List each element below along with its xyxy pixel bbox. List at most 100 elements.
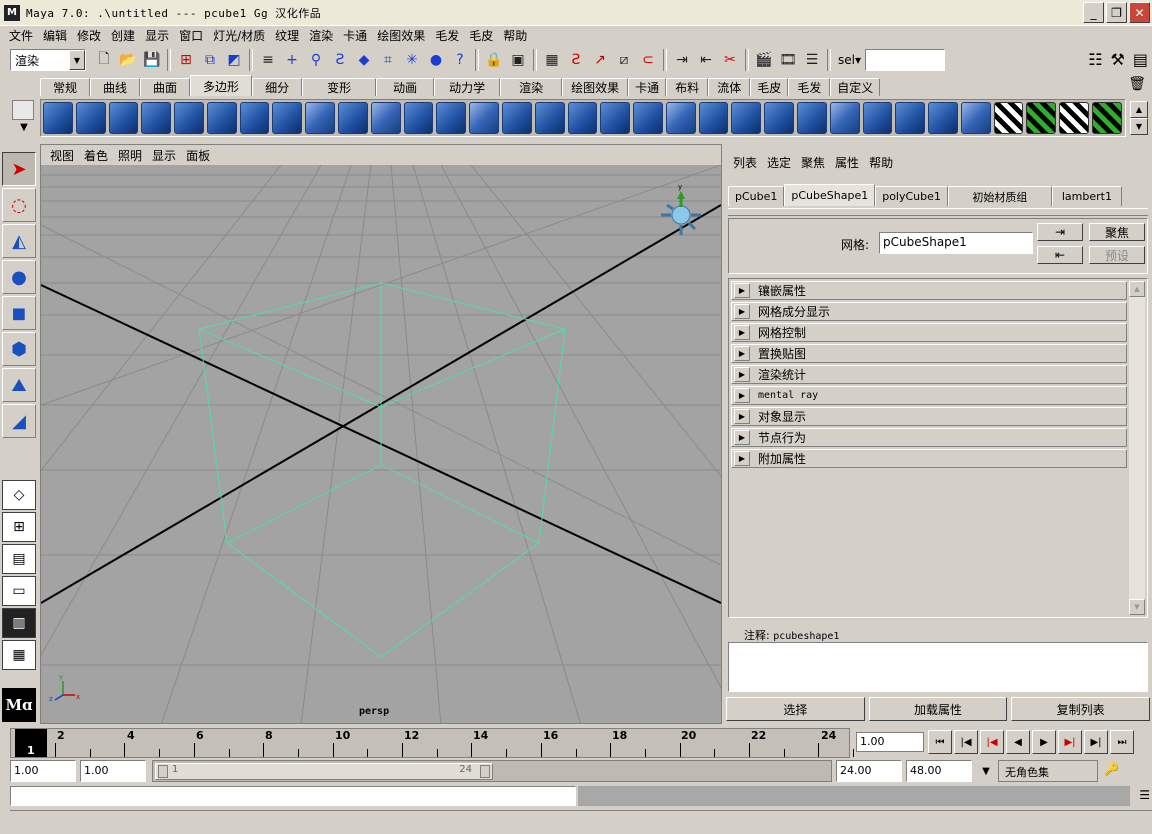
new-scene-icon[interactable]: 🗋 [94,50,114,70]
menu-modify[interactable]: 修改 [72,27,106,44]
mesh-name-field[interactable]: pCubeShape1 [879,232,1033,254]
node-tab-polycube1[interactable]: polyCube1 [875,186,948,206]
shelf-tab-hair[interactable]: 毛发 [788,78,831,96]
uv-layout-icon[interactable] [993,102,1024,134]
separator[interactable] [167,49,171,71]
viewport-menu-view[interactable]: 视图 [45,147,79,164]
chevron-down-icon[interactable]: ▼ [69,50,85,70]
uv-snapshot-icon[interactable] [960,102,991,134]
menu-fur[interactable]: 毛皮 [464,27,498,44]
select-tool[interactable]: ➤ [2,152,36,186]
start-time-field[interactable]: 1.00 [10,760,76,782]
shelf-tab-toon[interactable]: 卡通 [628,78,667,96]
node-tab-pcubeshape1[interactable]: pCubeShape1 [784,184,876,206]
menu-window[interactable]: 窗口 [174,27,208,44]
shelf-tab-fluids[interactable]: 流体 [708,78,751,96]
shelf-tab-animation[interactable]: 动画 [376,78,435,96]
go-to-end-button[interactable]: ⏭ [1110,730,1134,754]
rotate-tool[interactable]: ◼ [2,296,36,330]
merge-vertices-icon[interactable] [764,102,794,134]
viewport-menu-panels[interactable]: 面板 [181,147,215,164]
scroll-down-icon[interactable]: ▼ [1129,599,1145,615]
snap-curve-icon[interactable]: Ƨ [566,50,586,70]
script-editor-icon[interactable]: ☰ [1139,788,1150,802]
playback-end-field[interactable]: 24.00 [836,760,902,782]
maximize-button[interactable]: ❐ [1106,2,1127,23]
poly-plane-icon[interactable] [174,102,204,134]
extract-icon[interactable] [403,102,434,134]
section-object-display[interactable]: ▶ 对象显示 [731,407,1127,426]
scale-tool[interactable]: ⬢ [2,332,36,366]
viewport-menu-lighting[interactable]: 照明 [113,147,147,164]
snap-view-plane-icon[interactable]: ⧄ [614,50,634,70]
play-backwards-button[interactable]: ◀ [1006,730,1030,754]
output-connection-button[interactable]: ⇤ [1037,246,1083,264]
channel-box-toggle-icon[interactable]: ▤ [1133,50,1148,69]
expand-triangle-icon[interactable]: ▶ [734,304,750,319]
chevron-down-icon[interactable]: ▼ [1130,118,1148,135]
node-tab-initial-shading-group[interactable]: 初始材质组 [947,186,1052,206]
close-button[interactable]: ✕ [1129,2,1150,23]
uv-move-sew-icon[interactable] [1092,102,1122,134]
ipr-render-icon[interactable]: 🎞 [778,50,798,70]
paint-select-tool[interactable]: ◭ [2,224,36,258]
playback-start-field[interactable]: 1.00 [80,760,146,782]
scroll-up-icon[interactable]: ▲ [1129,281,1145,297]
end-time-field[interactable]: 48.00 [906,760,972,782]
separator[interactable] [663,49,667,71]
shelf-tab-general[interactable]: 常规 [40,78,91,96]
shelf-tab-surfaces[interactable]: 曲面 [140,78,191,96]
minimize-button[interactable]: _ [1083,2,1104,23]
spherical-mapping-icon[interactable] [895,102,926,134]
step-back-key-button[interactable]: |◀ [980,730,1004,754]
render-frame-icon[interactable]: 🎬 [754,50,774,70]
range-start-handle[interactable] [158,765,168,778]
menu-lighting-shading[interactable]: 灯光/材质 [208,27,270,44]
poly-cylinder-icon[interactable] [108,102,139,134]
chevron-up-icon[interactable]: ▲ [1130,101,1148,118]
shelf-menu[interactable]: ▼ [10,98,38,140]
handle-mask-icon[interactable]: + [282,50,302,70]
single-perspective-layout[interactable]: ◇ [2,480,36,510]
viewport-menu-show[interactable]: 显示 [147,147,181,164]
extrude-face-icon[interactable] [501,102,532,134]
poly-pipe-icon[interactable] [272,102,303,134]
range-end-handle[interactable] [480,765,490,778]
expand-triangle-icon[interactable]: ▶ [734,325,750,340]
poly-cube-icon[interactable] [75,102,106,134]
curve-mask-icon[interactable]: Ƨ [330,50,350,70]
tool-settings-toggle-icon[interactable]: ⚒ [1111,50,1125,69]
select-by-hierarchy-icon[interactable]: ⊞ [176,50,196,70]
separator[interactable] [475,49,479,71]
expand-triangle-icon[interactable]: ▶ [734,283,750,298]
select-by-object-icon[interactable]: ⧉ [200,50,220,70]
uv-sew-icon[interactable] [1059,102,1089,134]
section-node-behavior[interactable]: ▶ 节点行为 [731,428,1127,447]
menu-create[interactable]: 创建 [106,27,140,44]
snap-grid-icon[interactable]: ▦ [542,50,562,70]
ae-menu-attributes[interactable]: 属性 [830,154,864,171]
shelf-tab-custom[interactable]: 自定义 [830,78,881,96]
input-ops-icon[interactable]: ⇥ [672,50,692,70]
section-extra-attributes[interactable]: ▶ 附加属性 [731,449,1127,468]
menu-texturing[interactable]: 纹理 [270,27,304,44]
render-mask-icon[interactable]: ● [426,50,446,70]
load-attributes-button[interactable]: 加载属性 [868,697,1008,721]
persp-graph-layout[interactable]: ▭ [2,576,36,606]
range-slider-bar[interactable]: 1 24 [155,763,493,780]
shelf-tab-paint-effects[interactable]: 绘图效果 [562,78,629,96]
attribute-editor-toggle-icon[interactable]: ☷ [1088,50,1102,69]
section-render-stats[interactable]: ▶ 渲染统计 [731,365,1127,384]
viewport-canvas[interactable]: y y z x persp [41,165,721,723]
deformer-mask-icon[interactable]: ⌗ [378,50,398,70]
auto-key-icon[interactable]: 🔑 [1104,762,1119,776]
append-polygon-icon[interactable] [600,102,631,134]
highlight-selection-icon[interactable]: ▣ [508,50,528,70]
play-forwards-button[interactable]: ▶ [1032,730,1056,754]
notes-field[interactable] [728,642,1148,692]
save-scene-icon[interactable]: 💾 [142,50,162,70]
bevel-icon[interactable] [698,102,729,134]
separator[interactable] [249,49,253,71]
quick-select-input[interactable] [865,49,945,71]
ae-menu-list[interactable]: 列表 [728,154,762,171]
